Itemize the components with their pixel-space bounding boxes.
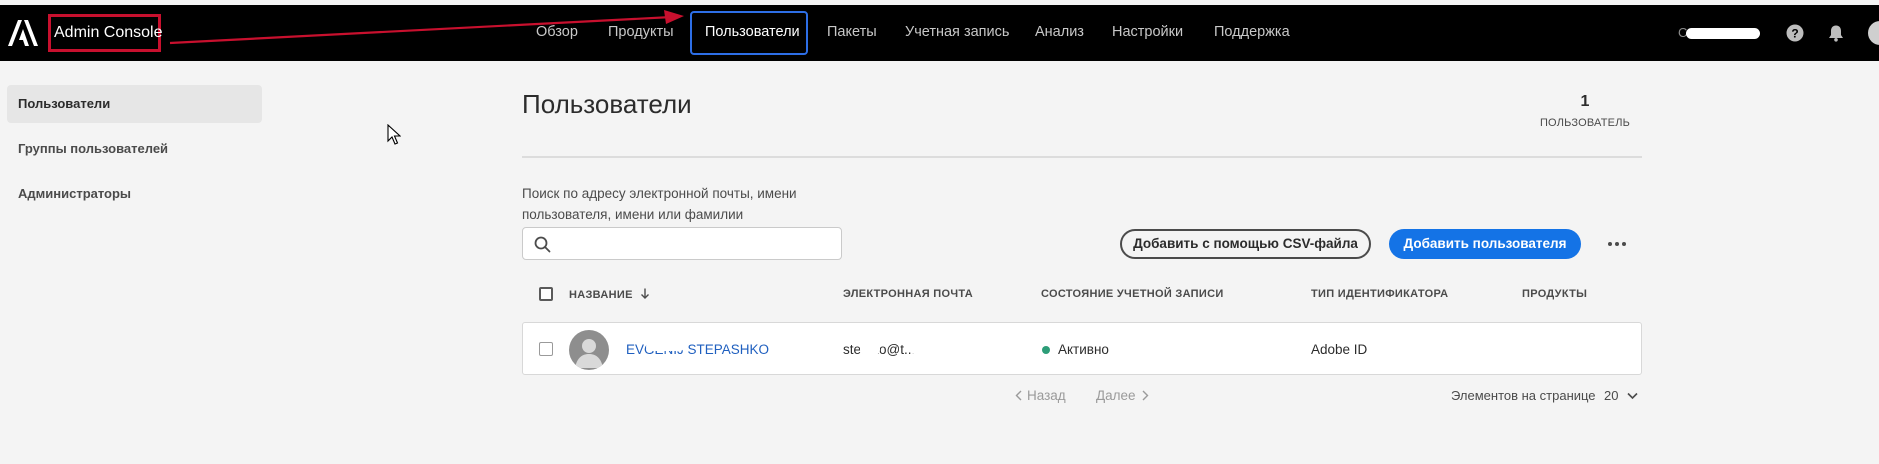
status-active-dot <box>1042 346 1050 354</box>
row-checkbox[interactable] <box>539 342 553 356</box>
column-header-products[interactable]: ПРОДУКТЫ <box>1522 288 1587 300</box>
annotation-arrow <box>169 10 684 45</box>
search-icon <box>534 236 551 253</box>
sort-down-arrow-icon <box>641 288 650 299</box>
column-header-name-label: НАЗВАНИЕ <box>569 289 633 301</box>
bell-icon[interactable] <box>1827 24 1845 42</box>
nav-support[interactable]: Поддержка <box>1214 24 1290 40</box>
redaction-smudge <box>860 342 880 355</box>
top-navigation-bar: Admin Console Обзор Продукты Пользовател… <box>0 5 1879 61</box>
redaction-smudge <box>909 341 947 354</box>
items-per-page-value: 20 <box>1604 388 1619 403</box>
mouse-cursor-icon <box>387 124 401 145</box>
page-title: Пользователи <box>522 89 692 119</box>
column-header-email[interactable]: ЭЛЕКТРОННАЯ ПОЧТА <box>843 288 973 300</box>
more-options-icon[interactable] <box>1605 235 1629 253</box>
adobe-logo-icon[interactable] <box>8 20 38 46</box>
header-divider <box>522 156 1642 158</box>
chevron-left-icon <box>1015 390 1022 401</box>
nav-account[interactable]: Учетная запись <box>905 24 1009 40</box>
nav-overview[interactable]: Обзор <box>536 24 578 40</box>
svg-text:?: ? <box>1791 27 1798 41</box>
nav-packages[interactable]: Пакеты <box>827 24 877 40</box>
user-avatar <box>569 330 609 370</box>
column-header-account-status[interactable]: СОСТОЯНИЕ УЧЕТНОЙ ЗАПИСИ <box>1041 288 1224 300</box>
column-header-name[interactable]: НАЗВАНИЕ <box>569 288 650 301</box>
search-label: Поиск по адресу электронной почты, имени… <box>522 186 797 222</box>
user-count: 1 <box>1580 93 1590 110</box>
id-type-value: Adobe ID <box>1311 342 1368 357</box>
pagination-next[interactable]: Далее <box>1096 388 1149 403</box>
pagination-prev-label: Назад <box>1027 388 1066 403</box>
chevron-down-icon <box>1627 392 1638 400</box>
add-user-button[interactable]: Добавить пользователя <box>1389 229 1581 259</box>
chevron-right-icon <box>1142 390 1149 401</box>
nav-insights[interactable]: Анализ <box>1035 24 1084 40</box>
sidebar-item-administrators[interactable]: Администраторы <box>7 175 262 213</box>
pagination-next-label: Далее <box>1096 388 1136 403</box>
nav-settings[interactable]: Настройки <box>1112 24 1183 40</box>
items-per-page-label: Элементов на странице <box>1451 388 1596 403</box>
app-title[interactable]: Admin Console <box>54 24 163 42</box>
org-switcher[interactable]: C...SDUTZ <box>1678 25 1760 40</box>
select-all-checkbox[interactable] <box>539 287 553 301</box>
help-icon[interactable]: ? <box>1786 24 1804 42</box>
items-per-page-select[interactable]: 20 <box>1604 388 1638 403</box>
column-header-id-type[interactable]: ТИП ИДЕНТИФИКАТОРА <box>1311 288 1448 300</box>
redaction-smudge <box>1686 28 1760 39</box>
add-via-csv-button[interactable]: Добавить с помощью CSV-файла <box>1120 229 1371 259</box>
user-count-label: ПОЛЬЗОВАТЕЛЬ <box>1539 117 1631 129</box>
nav-users[interactable]: Пользователи <box>705 24 800 40</box>
redaction-smudge <box>646 343 684 351</box>
search-field[interactable] <box>522 227 842 260</box>
account-status-badge: Активно <box>1058 342 1109 357</box>
nav-products[interactable]: Продукты <box>608 24 674 40</box>
default-user-icon <box>575 339 603 368</box>
avatar[interactable] <box>1868 21 1879 45</box>
sidebar-item-user-groups[interactable]: Группы пользователей <box>7 130 262 168</box>
search-input[interactable] <box>559 232 834 256</box>
sidebar-item-users[interactable]: Пользователи <box>7 85 262 123</box>
pagination-prev[interactable]: Назад <box>1015 388 1066 403</box>
